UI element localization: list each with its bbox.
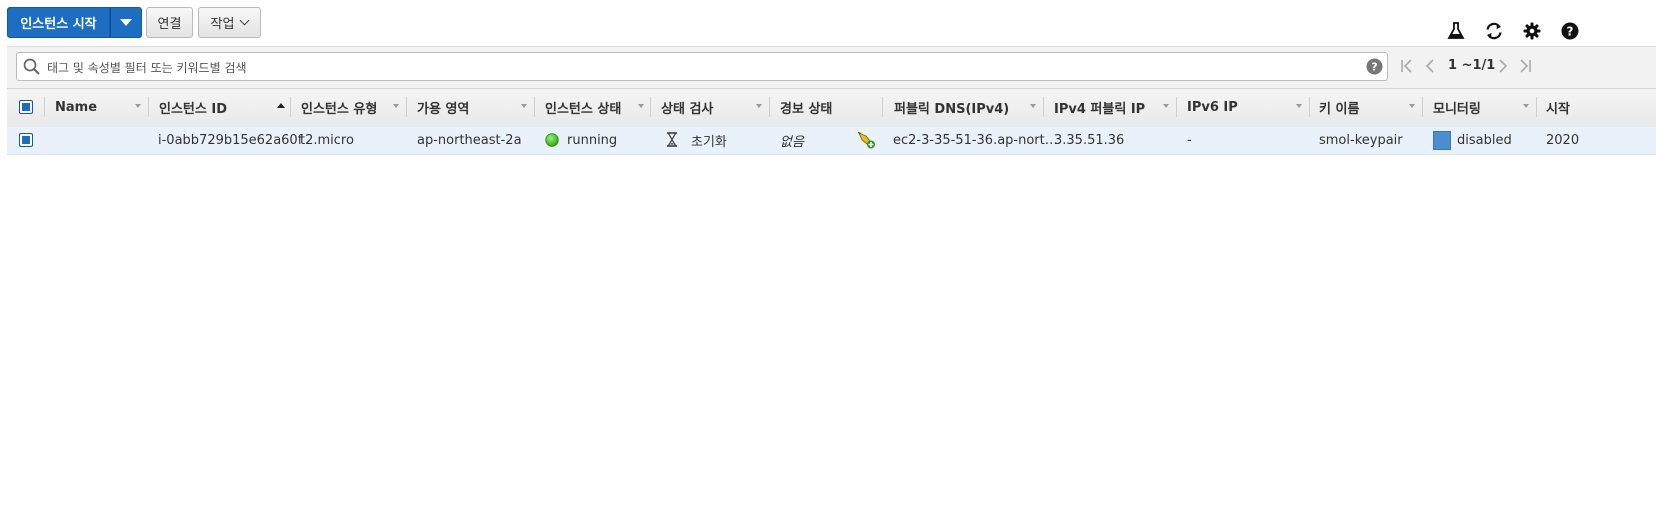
chevron-down-icon — [240, 15, 250, 26]
column-divider — [1043, 97, 1044, 117]
last-page-icon[interactable] — [1518, 59, 1532, 73]
column-header-public-dns[interactable]: 퍼블릭 DNS(IPv4) — [894, 88, 1009, 126]
search-icon — [23, 58, 40, 75]
column-divider — [1176, 97, 1177, 117]
search-box[interactable]: ? — [16, 52, 1388, 81]
sort-caret-icon — [756, 104, 762, 108]
sort-caret-icon — [393, 104, 399, 108]
cell-public-dns: ec2-3-35-51-36.ap-nort… — [893, 133, 1058, 148]
cell-ipv4-public-ip: 3.35.51.36 — [1054, 133, 1125, 148]
column-divider — [534, 97, 535, 117]
cell-key-name: smol-keypair — [1319, 133, 1403, 148]
actions-button[interactable]: 작업 — [198, 7, 261, 38]
column-divider — [769, 97, 770, 117]
cell-monitoring: disabled — [1457, 133, 1512, 148]
sort-caret-icon — [521, 104, 527, 108]
search-input[interactable] — [45, 56, 1359, 79]
row-checkbox[interactable] — [19, 133, 33, 147]
pagination-label: 1 ~1/1 — [1448, 58, 1496, 73]
column-divider — [882, 97, 883, 117]
sort-caret-icon — [1163, 104, 1169, 108]
column-header-ipv6-ip[interactable]: IPv6 IP — [1187, 88, 1238, 126]
cell-launch-time: 2020 — [1546, 133, 1580, 148]
column-header-monitoring[interactable]: 모니터링 — [1433, 88, 1481, 126]
cell-status-check: 초기화 — [691, 135, 727, 150]
first-page-icon[interactable] — [1400, 59, 1414, 73]
hourglass-icon — [667, 132, 677, 147]
column-header-instance-type[interactable]: 인스턴스 유형 — [301, 88, 377, 126]
column-divider — [406, 97, 407, 117]
svg-text:?: ? — [1567, 25, 1574, 39]
column-header-status-check[interactable]: 상태 검사 — [661, 88, 713, 126]
column-header-ipv4-public-ip[interactable]: IPv4 퍼블릭 IP — [1054, 88, 1145, 126]
sort-caret-icon — [1296, 104, 1302, 108]
column-divider — [148, 97, 149, 117]
column-header-alarm-status[interactable]: 경보 상태 — [780, 88, 832, 126]
next-page-icon[interactable] — [1497, 59, 1509, 73]
add-alarm-icon[interactable] — [857, 131, 876, 149]
column-divider — [290, 97, 291, 117]
column-divider — [1422, 97, 1423, 117]
sort-caret-icon — [1030, 104, 1036, 108]
cell-instance-id: i-0abb729b15e62a60f — [158, 133, 303, 148]
column-header-name[interactable]: Name — [55, 88, 97, 126]
running-status-icon — [545, 133, 559, 147]
column-header-key-name[interactable]: 키 이름 — [1319, 88, 1359, 126]
column-header-availability-zone[interactable]: 가용 영역 — [417, 88, 469, 126]
prev-page-icon[interactable] — [1424, 59, 1436, 73]
column-divider — [44, 97, 45, 117]
launch-instance-button[interactable]: 인스턴스 시작 — [7, 7, 110, 38]
monitoring-swatch-icon — [1433, 131, 1451, 150]
column-header-launch-time[interactable]: 시작 — [1546, 88, 1570, 126]
flask-icon[interactable] — [1445, 20, 1467, 42]
toolbar: 인스턴스 시작 연결 작업 ? — [0, 0, 1656, 48]
sort-ascending-icon — [277, 103, 285, 108]
column-divider — [1536, 97, 1537, 117]
column-header-instance-id[interactable]: 인스턴스 ID — [159, 88, 227, 126]
sort-caret-icon — [1523, 104, 1529, 108]
column-header-instance-state[interactable]: 인스턴스 상태 — [545, 88, 621, 126]
sort-caret-icon — [135, 104, 141, 108]
refresh-icon[interactable] — [1483, 20, 1505, 42]
cell-alarm-status: 없음 — [780, 135, 804, 150]
cell-instance-type: t2.micro — [300, 133, 354, 148]
select-all-checkbox[interactable] — [19, 100, 33, 114]
gear-icon[interactable] — [1521, 20, 1543, 42]
help-icon[interactable]: ? — [1559, 20, 1581, 42]
cell-instance-state: running — [567, 133, 618, 148]
launch-instance-dropdown-button[interactable] — [110, 7, 142, 38]
sort-caret-icon — [638, 104, 644, 108]
column-divider — [650, 97, 651, 117]
help-circle-icon[interactable]: ? — [1366, 58, 1383, 75]
column-divider — [1309, 97, 1310, 117]
actions-button-label: 작업 — [210, 17, 235, 32]
launch-instance-button-group: 인스턴스 시작 — [7, 7, 142, 38]
cell-availability-zone: ap-northeast-2a — [417, 133, 522, 148]
svg-text:?: ? — [1371, 61, 1377, 74]
connect-button[interactable]: 연결 — [146, 7, 193, 38]
sort-caret-icon — [1409, 104, 1415, 108]
caret-down-icon — [120, 19, 132, 26]
cell-ipv6-ip: - — [1187, 133, 1192, 148]
